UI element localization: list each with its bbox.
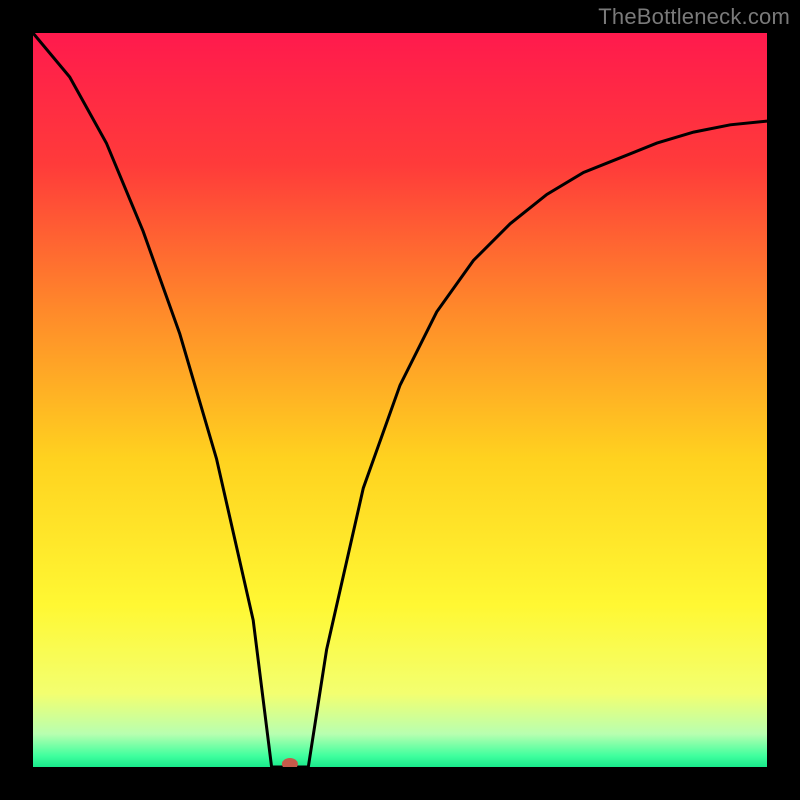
watermark-text: TheBottleneck.com bbox=[598, 4, 790, 30]
plot-area bbox=[33, 33, 767, 767]
chart-svg bbox=[33, 33, 767, 767]
chart-root: TheBottleneck.com bbox=[0, 0, 800, 800]
